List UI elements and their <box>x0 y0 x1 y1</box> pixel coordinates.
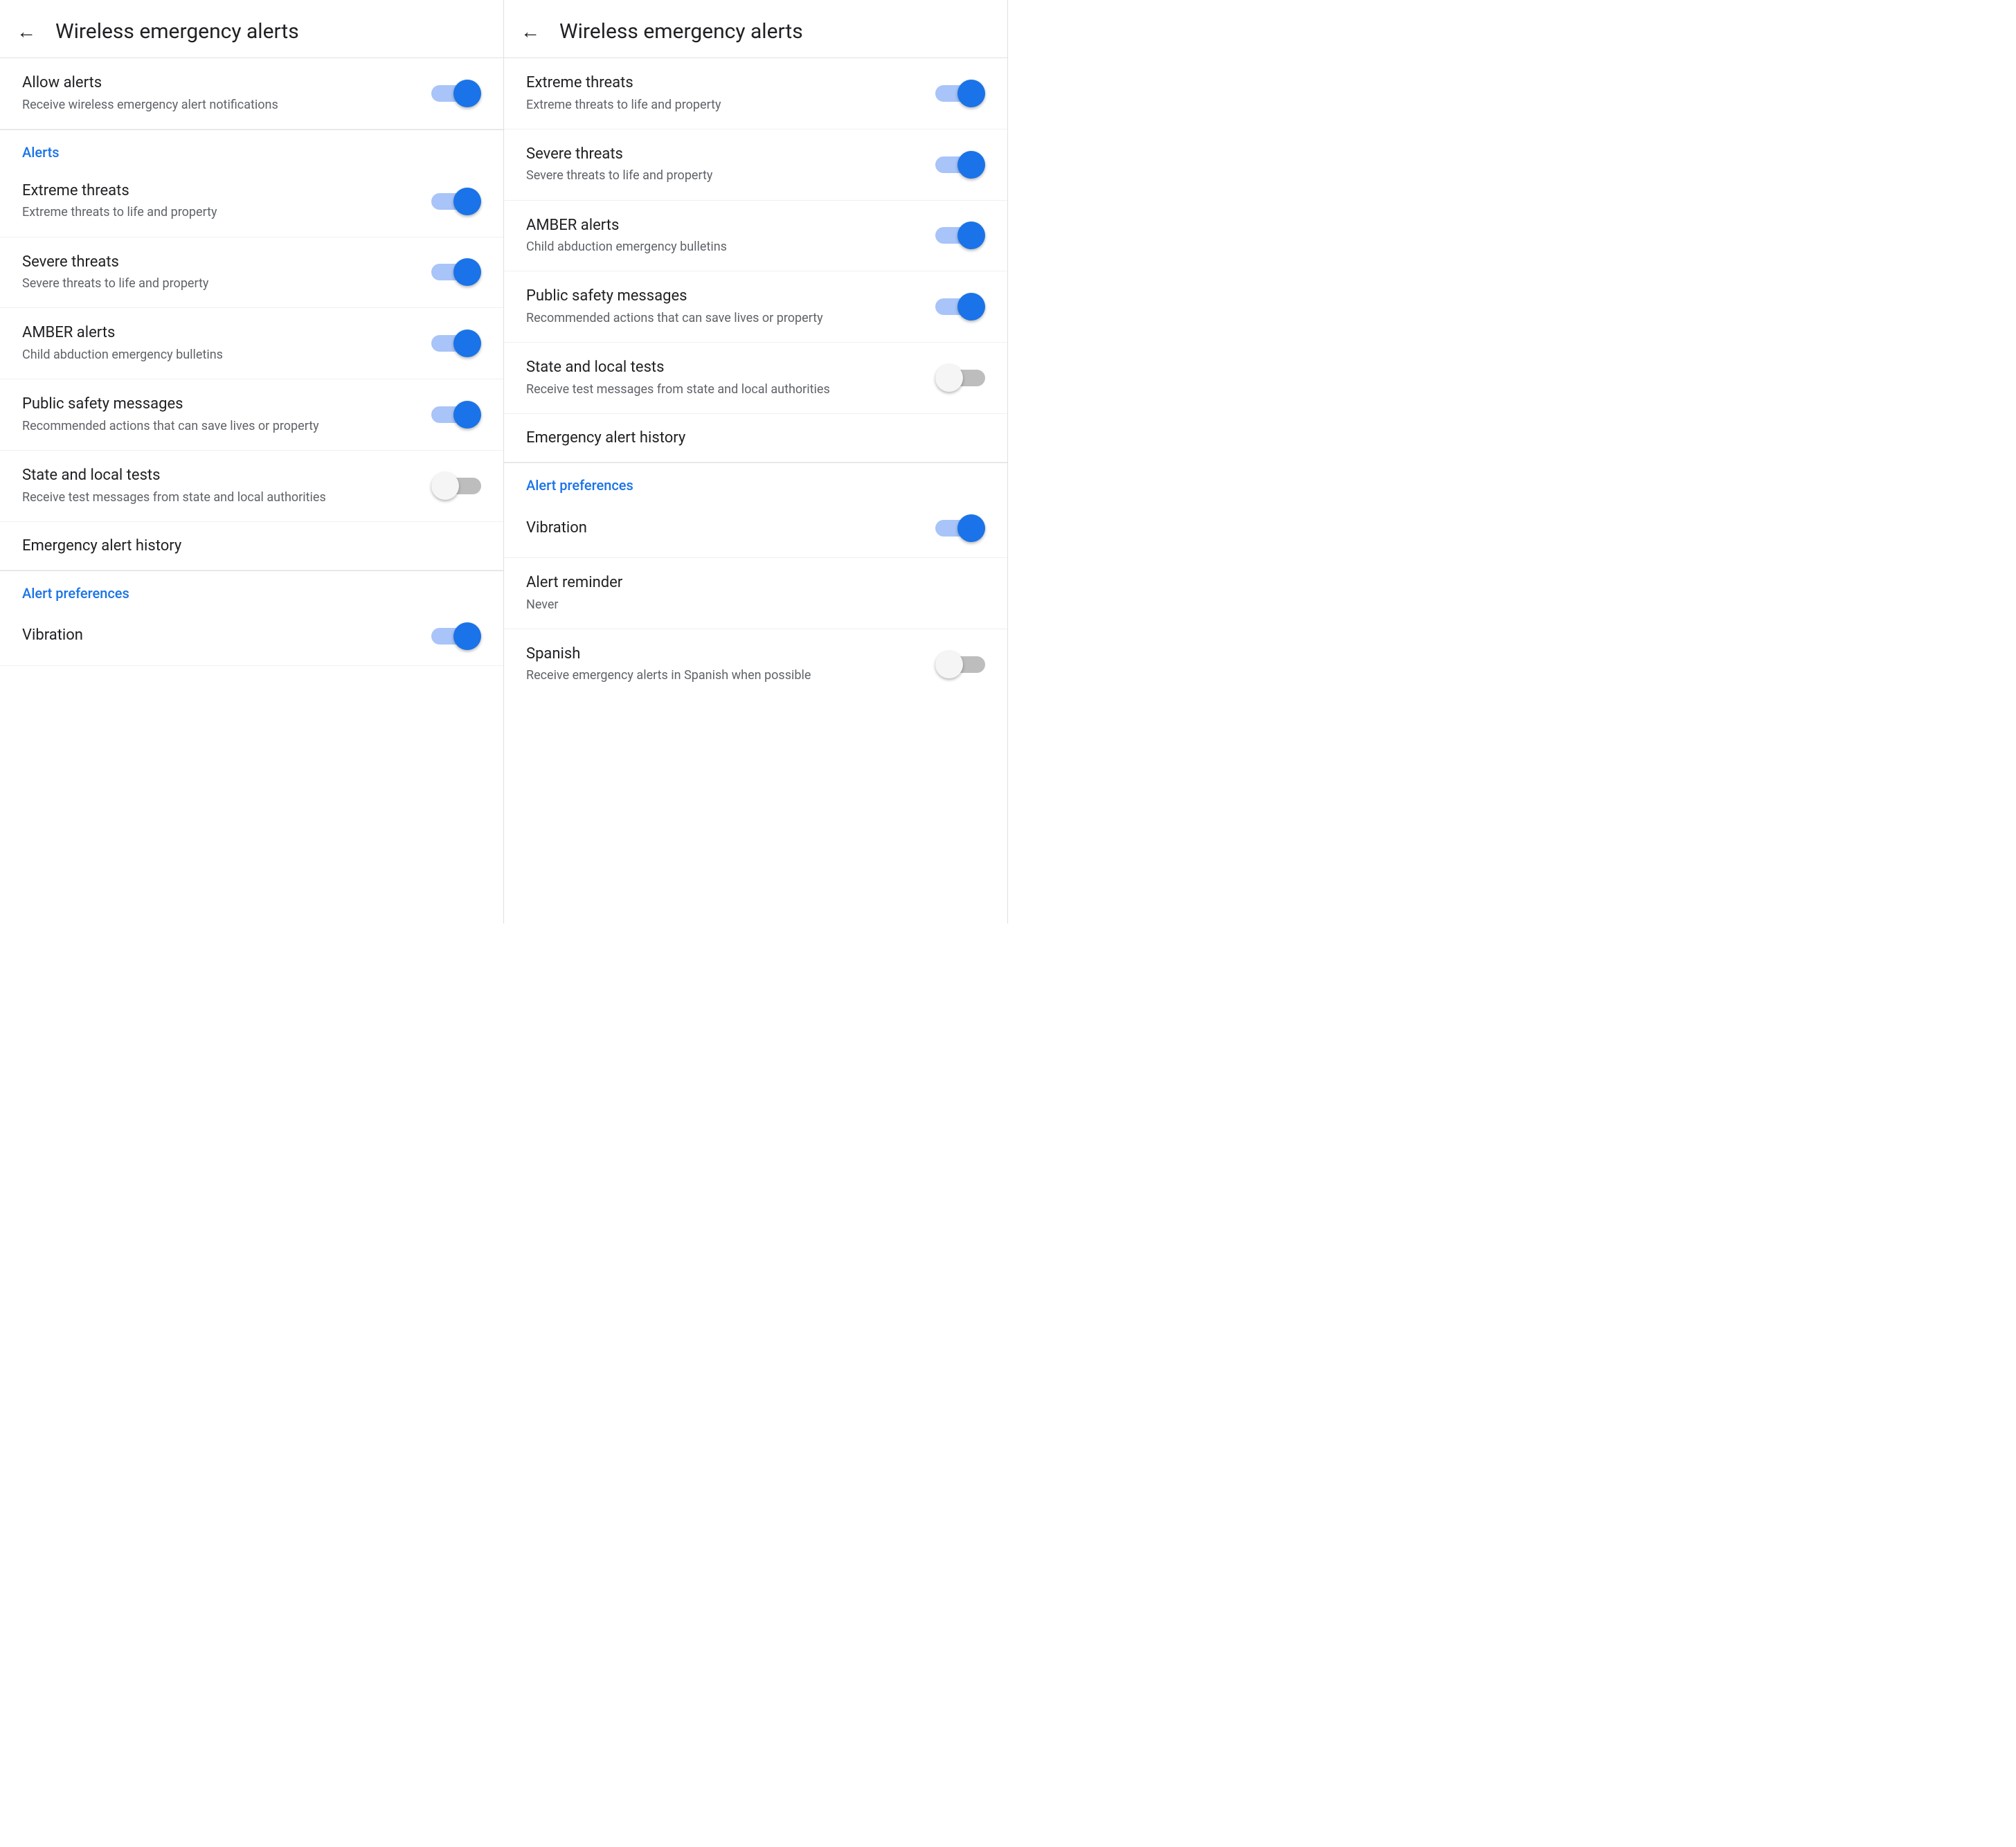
state-local-toggle-2[interactable] <box>935 364 985 392</box>
setting-severe-threats[interactable]: Severe threats Severe threats to life an… <box>0 237 503 309</box>
public-safety-title: Public safety messages <box>22 395 415 415</box>
amber-alerts-title-2: AMBER alerts <box>526 216 919 236</box>
amber-alerts-title: AMBER alerts <box>22 323 415 343</box>
panel-left: ← Wireless emergency alerts Allow alerts… <box>0 0 504 924</box>
setting-vibration[interactable]: Vibration <box>0 607 503 666</box>
emergency-history[interactable]: Emergency alert history <box>0 522 503 570</box>
toggle-thumb <box>957 222 985 249</box>
toggle-thumb <box>453 188 481 215</box>
spanish-subtitle: Receive emergency alerts in Spanish when… <box>526 667 919 684</box>
toggle-thumb <box>957 293 985 321</box>
spanish-title: Spanish <box>526 645 919 665</box>
setting-state-local[interactable]: State and local tests Receive test messa… <box>0 451 503 522</box>
toggle-thumb <box>453 330 481 357</box>
severe-threats-subtitle-2: Severe threats to life and property <box>526 167 919 184</box>
toggle-thumb <box>957 151 985 179</box>
severe-threats-toggle[interactable] <box>431 258 481 286</box>
toggle-thumb <box>453 622 481 650</box>
toggle-thumb <box>431 472 459 500</box>
amber-alerts-subtitle-2: Child abduction emergency bulletins <box>526 238 919 255</box>
setting-public-safety-2[interactable]: Public safety messages Recommended actio… <box>504 271 1007 343</box>
header-right: ← Wireless emergency alerts <box>504 0 1007 58</box>
section-alerts-header: Alerts <box>0 129 503 166</box>
severe-threats-toggle-2[interactable] <box>935 151 985 179</box>
public-safety-subtitle-2: Recommended actions that can save lives … <box>526 309 919 327</box>
vibration-title-2: Vibration <box>526 519 919 539</box>
amber-alerts-toggle[interactable] <box>431 330 481 357</box>
page-title-right: Wireless emergency alerts <box>559 19 803 44</box>
state-local-toggle[interactable] <box>431 472 481 500</box>
severe-threats-title-2: Severe threats <box>526 145 919 165</box>
toggle-thumb <box>453 401 481 429</box>
panel-right: ← Wireless emergency alerts Extreme thre… <box>504 0 1008 924</box>
alert-reminder-title: Alert reminder <box>526 573 969 593</box>
toggle-thumb <box>957 80 985 107</box>
vibration-title: Vibration <box>22 626 415 646</box>
emergency-history-2[interactable]: Emergency alert history <box>504 414 1007 462</box>
header-left: ← Wireless emergency alerts <box>0 0 503 58</box>
setting-allow-alerts[interactable]: Allow alerts Receive wireless emergency … <box>0 58 503 129</box>
state-local-subtitle: Receive test messages from state and loc… <box>22 489 415 506</box>
emergency-history-title-2: Emergency alert history <box>526 429 985 447</box>
extreme-threats-subtitle-2: Extreme threats to life and property <box>526 96 919 114</box>
extreme-threats-subtitle: Extreme threats to life and property <box>22 204 415 221</box>
toggle-thumb <box>957 514 985 542</box>
extreme-threats-title-2: Extreme threats <box>526 73 919 93</box>
setting-public-safety[interactable]: Public safety messages Recommended actio… <box>0 379 503 451</box>
toggle-thumb <box>453 258 481 286</box>
state-local-title: State and local tests <box>22 466 415 486</box>
back-button-left[interactable]: ← <box>17 20 36 43</box>
extreme-threats-toggle[interactable] <box>431 188 481 215</box>
extreme-threats-toggle-2[interactable] <box>935 80 985 107</box>
setting-severe-threats-2[interactable]: Severe threats Severe threats to life an… <box>504 129 1007 201</box>
public-safety-subtitle: Recommended actions that can save lives … <box>22 417 415 435</box>
vibration-toggle-2[interactable] <box>935 514 985 542</box>
setting-extreme-threats[interactable]: Extreme threats Extreme threats to life … <box>0 166 503 237</box>
allow-alerts-title: Allow alerts <box>22 73 415 93</box>
toggle-thumb <box>935 651 963 678</box>
back-button-right[interactable]: ← <box>521 20 540 43</box>
public-safety-title-2: Public safety messages <box>526 287 919 307</box>
setting-spanish[interactable]: Spanish Receive emergency alerts in Span… <box>504 629 1007 700</box>
section-preferences-header-2: Alert preferences <box>504 462 1007 499</box>
setting-state-local-2[interactable]: State and local tests Receive test messa… <box>504 343 1007 414</box>
toggle-thumb <box>453 80 481 107</box>
section-preferences-header: Alert preferences <box>0 570 503 607</box>
setting-amber-alerts[interactable]: AMBER alerts Child abduction emergency b… <box>0 308 503 379</box>
amber-alerts-toggle-2[interactable] <box>935 222 985 249</box>
alert-reminder-subtitle: Never <box>526 596 969 613</box>
settings-list-right: Extreme threats Extreme threats to life … <box>504 58 1007 699</box>
extreme-threats-title: Extreme threats <box>22 181 415 201</box>
severe-threats-subtitle: Severe threats to life and property <box>22 275 415 292</box>
public-safety-toggle-2[interactable] <box>935 293 985 321</box>
toggle-thumb <box>935 364 963 392</box>
public-safety-toggle[interactable] <box>431 401 481 429</box>
amber-alerts-subtitle: Child abduction emergency bulletins <box>22 346 415 363</box>
spanish-toggle[interactable] <box>935 651 985 678</box>
allow-alerts-toggle[interactable] <box>431 80 481 107</box>
severe-threats-title: Severe threats <box>22 253 415 273</box>
page-title-left: Wireless emergency alerts <box>55 19 299 44</box>
setting-amber-alerts-2[interactable]: AMBER alerts Child abduction emergency b… <box>504 201 1007 272</box>
setting-vibration-2[interactable]: Vibration <box>504 499 1007 558</box>
setting-alert-reminder[interactable]: Alert reminder Never <box>504 558 1007 629</box>
state-local-subtitle-2: Receive test messages from state and loc… <box>526 381 919 398</box>
setting-extreme-threats-2[interactable]: Extreme threats Extreme threats to life … <box>504 58 1007 129</box>
vibration-toggle[interactable] <box>431 622 481 650</box>
state-local-title-2: State and local tests <box>526 358 919 378</box>
emergency-history-title: Emergency alert history <box>22 537 481 555</box>
allow-alerts-subtitle: Receive wireless emergency alert notific… <box>22 96 415 114</box>
settings-list-left: Allow alerts Receive wireless emergency … <box>0 58 503 666</box>
